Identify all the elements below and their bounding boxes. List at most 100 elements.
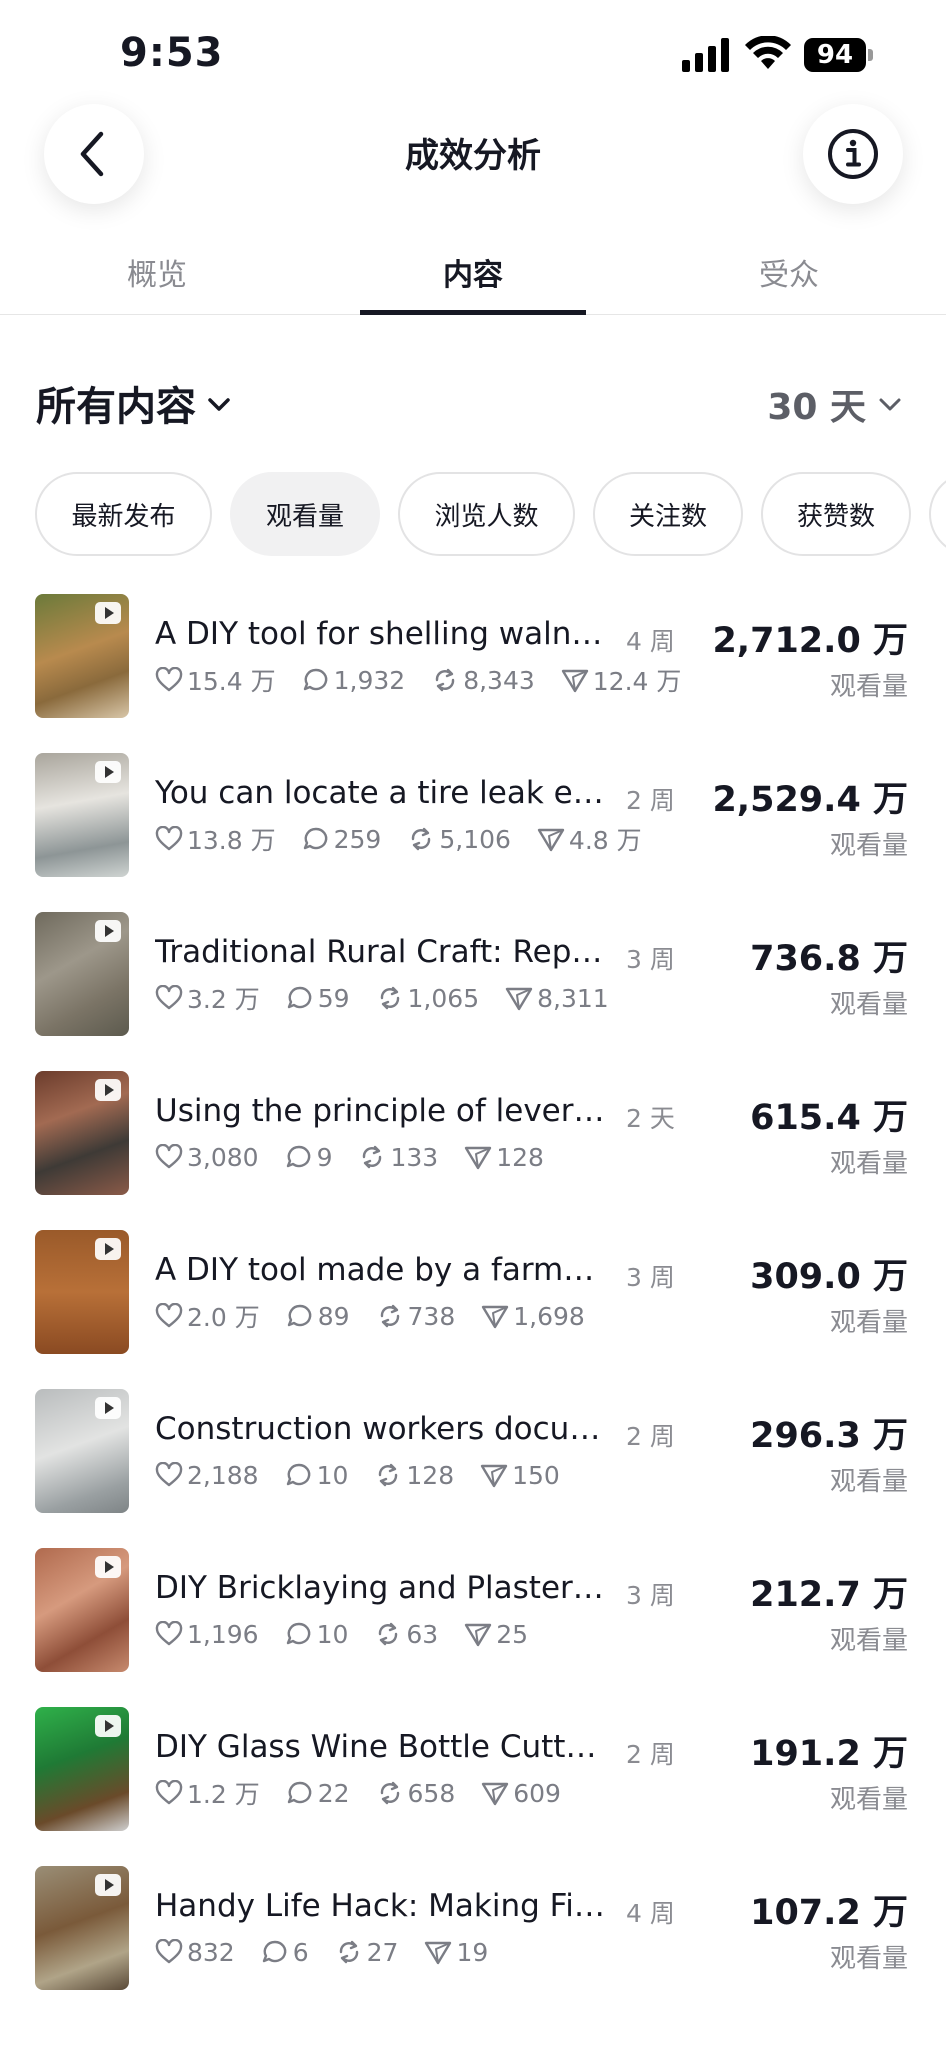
saves-count: 128 [496,1142,544,1172]
likes-count: 2.0 万 [187,1303,260,1332]
tab-audience[interactable]: 受众 [674,250,904,294]
video-age: 3 周 [626,1581,675,1610]
video-title: A DIY tool made by a farmer—... [155,1252,610,1288]
list-item[interactable]: You can locate a tire leak even... 2 周 1… [0,741,946,900]
comments-stat: 9 [285,1143,332,1172]
chip-follows[interactable]: 关注数 [593,472,743,556]
heart-icon [155,1621,183,1646]
likes-stat: 3.2 万 [155,980,260,1016]
saves-count: 150 [512,1460,560,1490]
video-thumbnail[interactable] [35,1230,129,1354]
likes-stat: 13.8 万 [155,821,276,857]
repost-icon [339,1940,358,1964]
comment-icon [286,1622,310,1645]
video-thumbnail[interactable] [35,1071,129,1195]
saves-stat: 25 [464,1620,528,1649]
comment-icon [303,827,327,850]
send-icon [561,669,588,693]
list-item[interactable]: A DIY tool made by a farmer—... 3 周 2.0 … [0,1218,946,1377]
list-item[interactable]: Using the principle of leverage... 2 天 3… [0,1059,946,1218]
cellular-signal-icon [682,38,729,72]
views-label: 观看量 [829,990,908,1020]
content-filter-dropdown[interactable]: 所有内容 [36,374,232,432]
heart-icon [155,1780,183,1805]
video-thumbnail[interactable] [35,912,129,1036]
chip-more[interactable] [929,472,946,556]
shares-stat: 63 [374,1620,438,1649]
comment-icon [286,1145,310,1168]
tab-overview[interactable]: 概览 [42,250,272,294]
views-count: 736.8 万 [750,939,908,979]
video-age: 4 周 [626,1899,675,1928]
shares-count: 128 [406,1460,455,1490]
video-stats: 3,080 9 133 128 [155,1141,570,1173]
comments-count: 10 [316,1460,349,1490]
saves-stat: 8,311 [505,984,609,1013]
shares-count: 658 [407,1778,456,1808]
saves-count: 8,311 [537,983,609,1013]
saves-stat: 12.4 万 [561,662,682,698]
views-label: 观看量 [829,1944,908,1974]
send-icon [425,1941,452,1965]
video-thumbnail[interactable] [35,1389,129,1513]
likes-count: 1,196 [187,1619,259,1649]
shares-stat: 658 [376,1778,456,1808]
comments-stat: 89 [286,1302,350,1331]
video-title: A DIY tool for shelling walnuts... [155,616,610,652]
video-stats: 15.4 万 1,932 8,343 12.4 万 [155,664,707,696]
video-thumbnail[interactable] [35,1548,129,1672]
video-title: DIY Bricklaying and Plastering... [155,1570,610,1606]
views-count: 191.2 万 [750,1734,908,1774]
comment-icon [303,668,327,691]
chip-viewers[interactable]: 浏览人数 [398,472,575,556]
video-age: 2 天 [626,1104,675,1133]
likes-stat: 2.0 万 [155,1298,260,1334]
saves-stat: 150 [480,1461,560,1490]
views-label: 观看量 [829,1785,908,1815]
comments-stat: 6 [261,1938,309,1967]
shares-count: 63 [406,1619,439,1649]
list-item[interactable]: DIY Glass Wine Bottle Cutter... 2 周 1.2 … [0,1695,946,1854]
saves-stat: 4.8 万 [537,821,642,857]
repost-icon [380,986,399,1010]
video-thumbnail[interactable] [35,1707,129,1831]
saves-stat: 609 [481,1779,561,1808]
heart-icon [155,1303,183,1328]
saves-count: 12.4 万 [592,667,682,696]
video-age: 2 周 [626,1422,675,1451]
video-age: 2 周 [626,1740,675,1769]
shares-stat: 1,065 [376,984,479,1013]
comments-stat: 10 [285,1460,349,1490]
info-icon [828,129,878,179]
video-icon [95,602,121,624]
tab-content[interactable]: 内容 [358,250,588,294]
list-item[interactable]: Construction workers docume... 2 周 2,188… [0,1377,946,1536]
video-thumbnail[interactable] [35,753,129,877]
chip-likes[interactable]: 获赞数 [761,472,911,556]
shares-count: 738 [407,1301,456,1331]
comments-count: 22 [317,1778,350,1808]
likes-stat: 15.4 万 [155,662,276,698]
comments-count: 6 [292,1937,309,1967]
list-item[interactable]: A DIY tool for shelling walnuts... 4 周 1… [0,582,946,741]
likes-count: 832 [187,1937,235,1967]
list-item[interactable]: Traditional Rural Craft: Repairi... 3 周 … [0,900,946,1059]
video-thumbnail[interactable] [35,1866,129,1990]
saves-stat: 1,698 [481,1302,585,1331]
video-stats: 13.8 万 259 5,106 4.8 万 [155,823,668,855]
chip-views[interactable]: 观看量 [230,472,380,556]
info-button[interactable] [803,104,903,204]
video-thumbnail[interactable] [35,594,129,718]
date-range-label: 30 天 [767,387,866,428]
views-count: 615.4 万 [750,1098,908,1138]
repost-icon [380,1781,399,1805]
likes-count: 13.8 万 [187,826,276,855]
chip-latest[interactable]: 最新发布 [35,472,212,556]
views-label: 观看量 [829,831,908,861]
battery-level: 94 [804,38,866,72]
saves-stat: 19 [424,1938,488,1967]
date-range-dropdown[interactable]: 30 天 [767,378,902,430]
video-stats: 1.2 万 22 658 609 [155,1777,587,1809]
list-item[interactable]: Handy Life Hack: Making Fing... 4 周 832 … [0,1854,946,2013]
list-item[interactable]: DIY Bricklaying and Plastering... 3 周 1,… [0,1536,946,1695]
